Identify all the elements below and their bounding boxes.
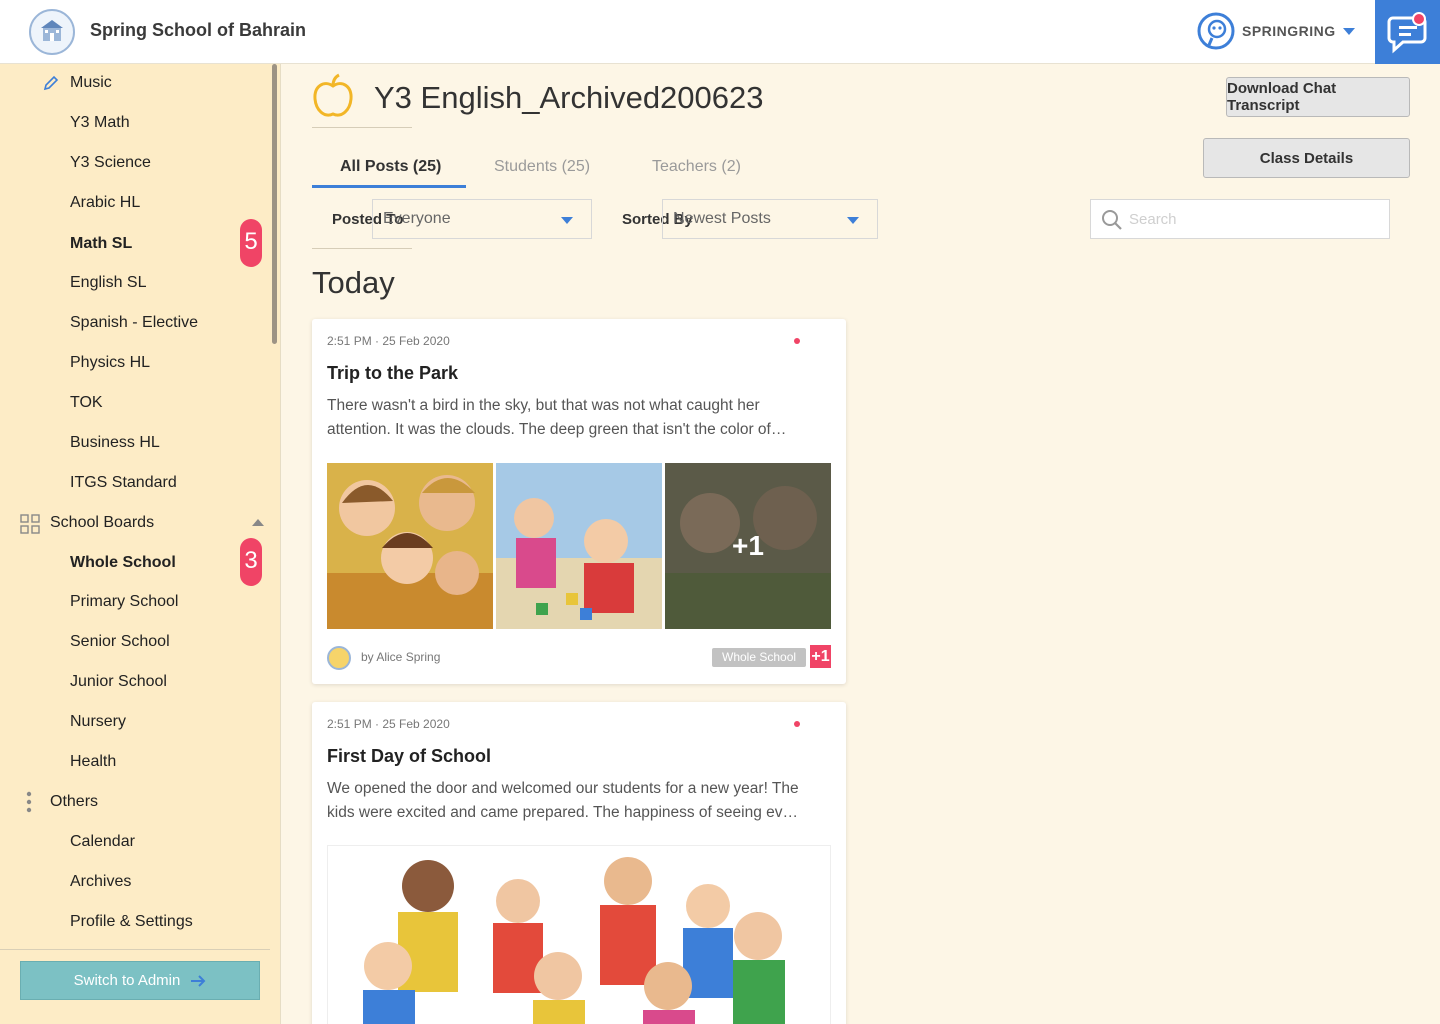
post-timestamp: 2:51 PM · 25 Feb 2020: [327, 717, 450, 731]
sidebar-scrollbar[interactable]: [272, 64, 277, 344]
sidebar-item-arabic-hl[interactable]: Arabic HL: [70, 194, 140, 212]
sidebar: Music Y3 Math Y3 Science Arabic HL Math …: [0, 64, 281, 1024]
post-photo[interactable]: [327, 463, 493, 629]
sidebar-item-business-hl[interactable]: Business HL: [70, 434, 160, 452]
title-divider: [312, 127, 412, 128]
brand-name[interactable]: SPRINGRING: [1242, 23, 1336, 39]
account-caret-icon[interactable]: [1343, 28, 1355, 35]
sidebar-section-school-boards[interactable]: School Boards: [50, 514, 154, 532]
unread-badge: 3: [240, 538, 262, 586]
chat-button[interactable]: [1375, 0, 1440, 64]
post-timestamp: 2:51 PM · 25 Feb 2020: [327, 334, 450, 348]
chat-icon: [1387, 16, 1427, 54]
sidebar-item-primary-school[interactable]: Primary School: [70, 593, 178, 611]
sidebar-item-math-sl[interactable]: Math SL: [70, 235, 132, 253]
arrow-right-icon: [191, 974, 206, 987]
post-title[interactable]: First Day of School: [327, 746, 491, 767]
sidebar-item-physics-hl[interactable]: Physics HL: [70, 354, 150, 372]
board-tag[interactable]: Whole School: [712, 648, 807, 667]
sidebar-item-y3-science[interactable]: Y3 Science: [70, 154, 151, 172]
tab-students[interactable]: Students (25): [494, 158, 590, 176]
search-icon: [1101, 209, 1123, 231]
post-author: by Alice Spring: [361, 650, 441, 664]
post-photo[interactable]: [496, 463, 662, 629]
more-vertical-icon: [26, 791, 32, 813]
unread-dot: [794, 338, 800, 344]
unread-dot: [794, 721, 800, 727]
springring-logo-icon[interactable]: [1196, 11, 1236, 51]
more-photos-count: +1: [732, 530, 764, 561]
post-title[interactable]: Trip to the Park: [327, 363, 458, 384]
sidebar-item-profile-settings[interactable]: Profile & Settings: [70, 913, 193, 931]
post-excerpt: We opened the door and welcomed our stud…: [327, 780, 799, 821]
class-details-button[interactable]: Class Details: [1203, 138, 1410, 178]
more-tags-badge[interactable]: +1: [810, 645, 831, 668]
post-photo-more[interactable]: +1: [665, 463, 831, 629]
sidebar-item-english-sl[interactable]: English SL: [70, 274, 147, 292]
sidebar-item-whole-school[interactable]: Whole School: [70, 554, 176, 572]
sidebar-item-itgs-standard[interactable]: ITGS Standard: [70, 474, 177, 492]
sidebar-item-y3-math[interactable]: Y3 Math: [70, 114, 130, 132]
post-card[interactable]: 2:51 PM · 25 Feb 2020 Trip to the Park T…: [312, 319, 846, 684]
sidebar-item-health[interactable]: Health: [70, 753, 116, 771]
sidebar-item-calendar[interactable]: Calendar: [70, 833, 135, 851]
switch-to-admin-button[interactable]: Switch to Admin: [20, 961, 260, 1000]
sidebar-item-spanish-elective[interactable]: Spanish - Elective: [70, 314, 198, 332]
page-title: Y3 English_Archived200623: [374, 80, 764, 115]
tab-all-posts[interactable]: All Posts (25): [340, 158, 441, 176]
pencil-icon: [42, 74, 60, 92]
sidebar-item-nursery[interactable]: Nursery: [70, 713, 126, 731]
filter-divider: [312, 248, 412, 249]
sidebar-item-tok[interactable]: TOK: [70, 394, 103, 412]
sorted-by-select[interactable]: Newest Posts: [662, 199, 878, 239]
posted-to-value: Everyone: [383, 210, 451, 227]
school-logo-icon[interactable]: [29, 9, 75, 55]
post-photo[interactable]: [327, 845, 831, 1024]
chat-notification-dot: [1412, 12, 1426, 26]
sidebar-divider: [0, 949, 270, 950]
top-bar: Spring School of Bahrain SPRINGRING: [0, 0, 1440, 64]
school-name[interactable]: Spring School of Bahrain: [90, 20, 306, 41]
sorted-by-value: Newest Posts: [673, 210, 771, 227]
posted-to-select[interactable]: Everyone: [372, 199, 592, 239]
sidebar-section-others[interactable]: Others: [50, 793, 98, 811]
switch-to-admin-label: Switch to Admin: [73, 972, 181, 989]
sidebar-item-junior-school[interactable]: Junior School: [70, 673, 167, 691]
post-card[interactable]: 2:51 PM · 25 Feb 2020 First Day of Schoo…: [312, 702, 846, 1024]
grid-icon: [20, 514, 40, 534]
post-excerpt: There wasn't a bird in the sky, but that…: [327, 397, 787, 438]
active-tab-indicator: [312, 185, 466, 188]
apple-icon: [312, 72, 354, 120]
sidebar-item-senior-school[interactable]: Senior School: [70, 633, 170, 651]
collapse-caret-icon[interactable]: [252, 519, 264, 526]
chevron-down-icon: [847, 217, 859, 224]
unread-badge: 5: [240, 219, 262, 267]
chevron-down-icon: [561, 217, 573, 224]
download-chat-transcript-button[interactable]: Download Chat Transcript: [1226, 77, 1410, 117]
sidebar-item-music[interactable]: Music: [70, 74, 112, 92]
tab-teachers[interactable]: Teachers (2): [652, 158, 741, 176]
section-title-today: Today: [312, 265, 395, 300]
sidebar-item-archives[interactable]: Archives: [70, 873, 131, 891]
author-avatar: [327, 646, 351, 670]
search-input[interactable]: [1129, 208, 1379, 230]
search-box: [1090, 199, 1390, 239]
